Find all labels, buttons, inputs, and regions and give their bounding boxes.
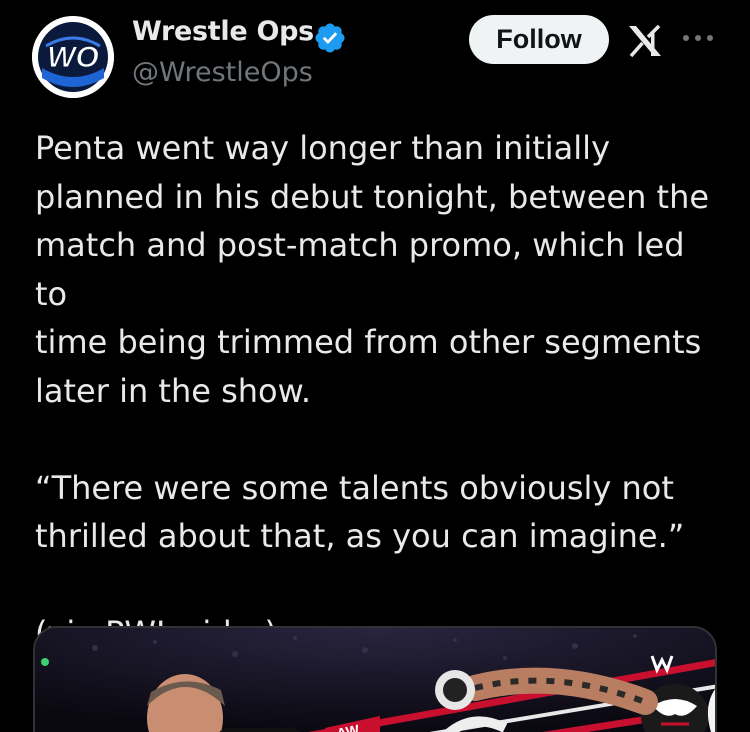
avatar[interactable]: WO [32, 16, 114, 98]
tweet-media-image[interactable]: AW [33, 626, 717, 732]
author-handle[interactable]: @WrestleOps [132, 57, 313, 88]
author-display-name[interactable]: Wrestle Ops [132, 16, 314, 47]
avatar-text: WO [47, 41, 99, 74]
wrestling-photo: AW [35, 628, 715, 732]
verified-badge-icon [315, 23, 345, 53]
tweet-paragraph: “There were some talents obviously not t… [35, 468, 685, 556]
x-logo-icon[interactable] [627, 24, 663, 58]
tweet-paragraph: Penta went way longer than initially pla… [35, 129, 710, 410]
follow-button[interactable]: Follow [469, 15, 609, 64]
more-options-icon[interactable] [682, 28, 714, 48]
tweet-text: Penta went way longer than initially pla… [35, 124, 725, 658]
wrestle-ops-logo: WO [32, 16, 114, 98]
